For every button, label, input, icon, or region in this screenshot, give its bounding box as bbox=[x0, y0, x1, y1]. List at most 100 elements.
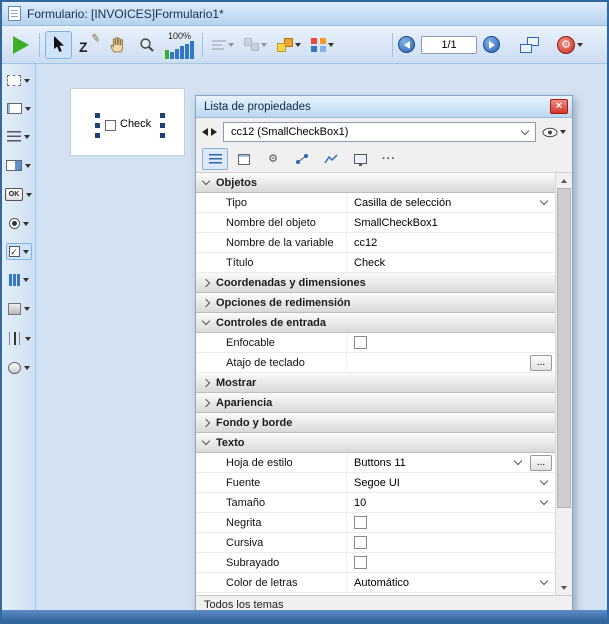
prop-label: Cursiva bbox=[196, 537, 346, 549]
distribute-tools-button[interactable] bbox=[240, 31, 271, 59]
static-text-icon bbox=[7, 75, 21, 86]
dropdown-arrow-icon bbox=[577, 43, 583, 47]
grid-tools-button[interactable] bbox=[307, 31, 338, 59]
close-icon[interactable]: × bbox=[550, 99, 568, 114]
scroll-down-button[interactable] bbox=[556, 580, 572, 595]
dropdown-arrow-icon bbox=[23, 278, 29, 282]
tab-events[interactable] bbox=[289, 148, 315, 170]
section-apariencia[interactable]: Apariencia bbox=[196, 393, 555, 413]
section-mostrar[interactable]: Mostrar bbox=[196, 373, 555, 393]
align-tools-button[interactable] bbox=[208, 31, 238, 59]
color-letras-dropdown[interactable]: Automático bbox=[350, 574, 552, 592]
windows-list-button[interactable] bbox=[516, 31, 543, 59]
splitter-tool-button[interactable] bbox=[4, 329, 34, 348]
prop-label: Tipo bbox=[196, 197, 346, 209]
combo-tool-button[interactable] bbox=[3, 157, 34, 174]
cursiva-checkbox[interactable] bbox=[354, 536, 367, 549]
selection-handle[interactable] bbox=[95, 133, 100, 138]
list-icon bbox=[209, 154, 222, 165]
previous-page-button[interactable] bbox=[398, 36, 415, 53]
zoom-control[interactable]: 100% bbox=[165, 31, 194, 59]
selection-handle[interactable] bbox=[95, 113, 100, 118]
stacked-objects-icon bbox=[277, 38, 293, 52]
next-page-button[interactable] bbox=[483, 36, 500, 53]
buttongrid-tool-button[interactable] bbox=[6, 271, 32, 289]
pan-tool-button[interactable] bbox=[104, 31, 131, 59]
tab-more[interactable]: ··· bbox=[376, 148, 402, 170]
list-tool-button[interactable] bbox=[4, 128, 33, 146]
tab-display[interactable] bbox=[347, 148, 373, 170]
oval-tool-button[interactable] bbox=[5, 359, 33, 377]
button-tool-button[interactable]: OK bbox=[2, 185, 35, 204]
tab-settings[interactable]: ⚙ bbox=[260, 148, 286, 170]
checkbox-object-label: Check bbox=[120, 118, 151, 130]
tab-all-properties[interactable] bbox=[202, 148, 228, 170]
property-list-panel: Lista de propiedades × cc12 (SmallCheckB… bbox=[195, 95, 573, 615]
radio-button-icon bbox=[9, 218, 20, 229]
tipo-dropdown[interactable]: Casilla de selección bbox=[350, 194, 552, 212]
level-tools-button[interactable] bbox=[273, 31, 305, 59]
zoom-bars-icon[interactable] bbox=[165, 41, 194, 59]
selected-checkbox-object[interactable]: Check bbox=[97, 115, 163, 136]
scrollbar-thumb[interactable] bbox=[557, 188, 571, 508]
section-objetos[interactable]: Objetos bbox=[196, 173, 555, 193]
form-canvas[interactable]: Check bbox=[70, 88, 185, 156]
scroll-up-button[interactable] bbox=[556, 173, 572, 188]
ok-button-icon: OK bbox=[5, 188, 23, 201]
selection-handle[interactable] bbox=[160, 133, 165, 138]
tamano-dropdown[interactable]: 10 bbox=[350, 494, 552, 512]
object-selector-dropdown[interactable]: cc12 (SmallCheckBox1) bbox=[223, 122, 536, 142]
nombre-objeto-field[interactable]: SmallCheckBox1 bbox=[350, 217, 438, 229]
tab-form[interactable] bbox=[231, 148, 257, 170]
tipo-value: Casilla de selección bbox=[354, 197, 451, 209]
panel-scrollbar[interactable] bbox=[555, 173, 572, 595]
section-coordenadas[interactable]: Coordenadas y dimensiones bbox=[196, 273, 555, 293]
section-texto[interactable]: Texto bbox=[196, 433, 555, 453]
selection-handle[interactable] bbox=[95, 123, 100, 128]
dropdown-arrow-icon bbox=[25, 107, 31, 111]
form-properties-button[interactable]: ⚙ bbox=[553, 31, 587, 59]
page-indicator: 1/1 bbox=[421, 36, 477, 54]
dropdown-arrow-icon bbox=[560, 130, 566, 134]
selection-handle[interactable] bbox=[160, 123, 165, 128]
form-document-icon bbox=[8, 6, 21, 21]
form-editor-window: Formulario: [INVOICES]Formulario1* Z ✎ bbox=[0, 0, 609, 624]
enfocable-checkbox[interactable] bbox=[354, 336, 367, 349]
nombre-variable-field[interactable]: cc12 bbox=[350, 237, 377, 249]
radio-tool-button[interactable] bbox=[6, 215, 32, 232]
section-title: Fondo y borde bbox=[216, 417, 292, 429]
hoja-estilo-browse-button[interactable]: ... bbox=[530, 455, 552, 471]
chevron-right-icon bbox=[202, 418, 210, 426]
titulo-field[interactable]: Check bbox=[350, 257, 385, 269]
magnifier-icon bbox=[139, 37, 155, 53]
window-titlebar[interactable]: Formulario: [INVOICES]Formulario1* bbox=[2, 2, 607, 26]
page-icon bbox=[238, 154, 250, 165]
run-form-button[interactable] bbox=[7, 31, 34, 59]
input-tool-button[interactable] bbox=[4, 100, 34, 117]
prop-row-cursiva: Cursiva bbox=[196, 533, 555, 553]
pointer-icon bbox=[52, 36, 65, 53]
text-tool-button[interactable] bbox=[4, 72, 33, 89]
subrayado-checkbox[interactable] bbox=[354, 556, 367, 569]
previous-object-button[interactable] bbox=[202, 128, 208, 136]
zorder-tool-button[interactable]: Z ✎ bbox=[74, 31, 102, 59]
section-controles[interactable]: Controles de entrada bbox=[196, 313, 555, 333]
rectangle-tool-button[interactable] bbox=[5, 300, 33, 318]
panel-titlebar[interactable]: Lista de propiedades × bbox=[196, 96, 572, 118]
selection-handle[interactable] bbox=[160, 113, 165, 118]
zoom-tool-button[interactable] bbox=[133, 31, 160, 59]
negrita-checkbox[interactable] bbox=[354, 516, 367, 529]
prop-row-atajo: Atajo de teclado ... bbox=[196, 353, 555, 373]
fuente-dropdown[interactable]: Segoe UI bbox=[350, 474, 552, 492]
atajo-browse-button[interactable]: ... bbox=[530, 355, 552, 371]
section-fondo[interactable]: Fondo y borde bbox=[196, 413, 555, 433]
checkbox-tool-button[interactable]: ✓ bbox=[6, 243, 32, 260]
tab-chart[interactable] bbox=[318, 148, 344, 170]
cascade-windows-icon bbox=[520, 37, 539, 53]
hoja-estilo-dropdown[interactable]: Buttons 11 bbox=[350, 454, 526, 472]
view-options-button[interactable] bbox=[542, 127, 566, 138]
section-redimension[interactable]: Opciones de redimensión bbox=[196, 293, 555, 313]
pointer-tool-button[interactable] bbox=[45, 31, 72, 59]
next-object-button[interactable] bbox=[211, 128, 217, 136]
section-title: Apariencia bbox=[216, 397, 272, 409]
